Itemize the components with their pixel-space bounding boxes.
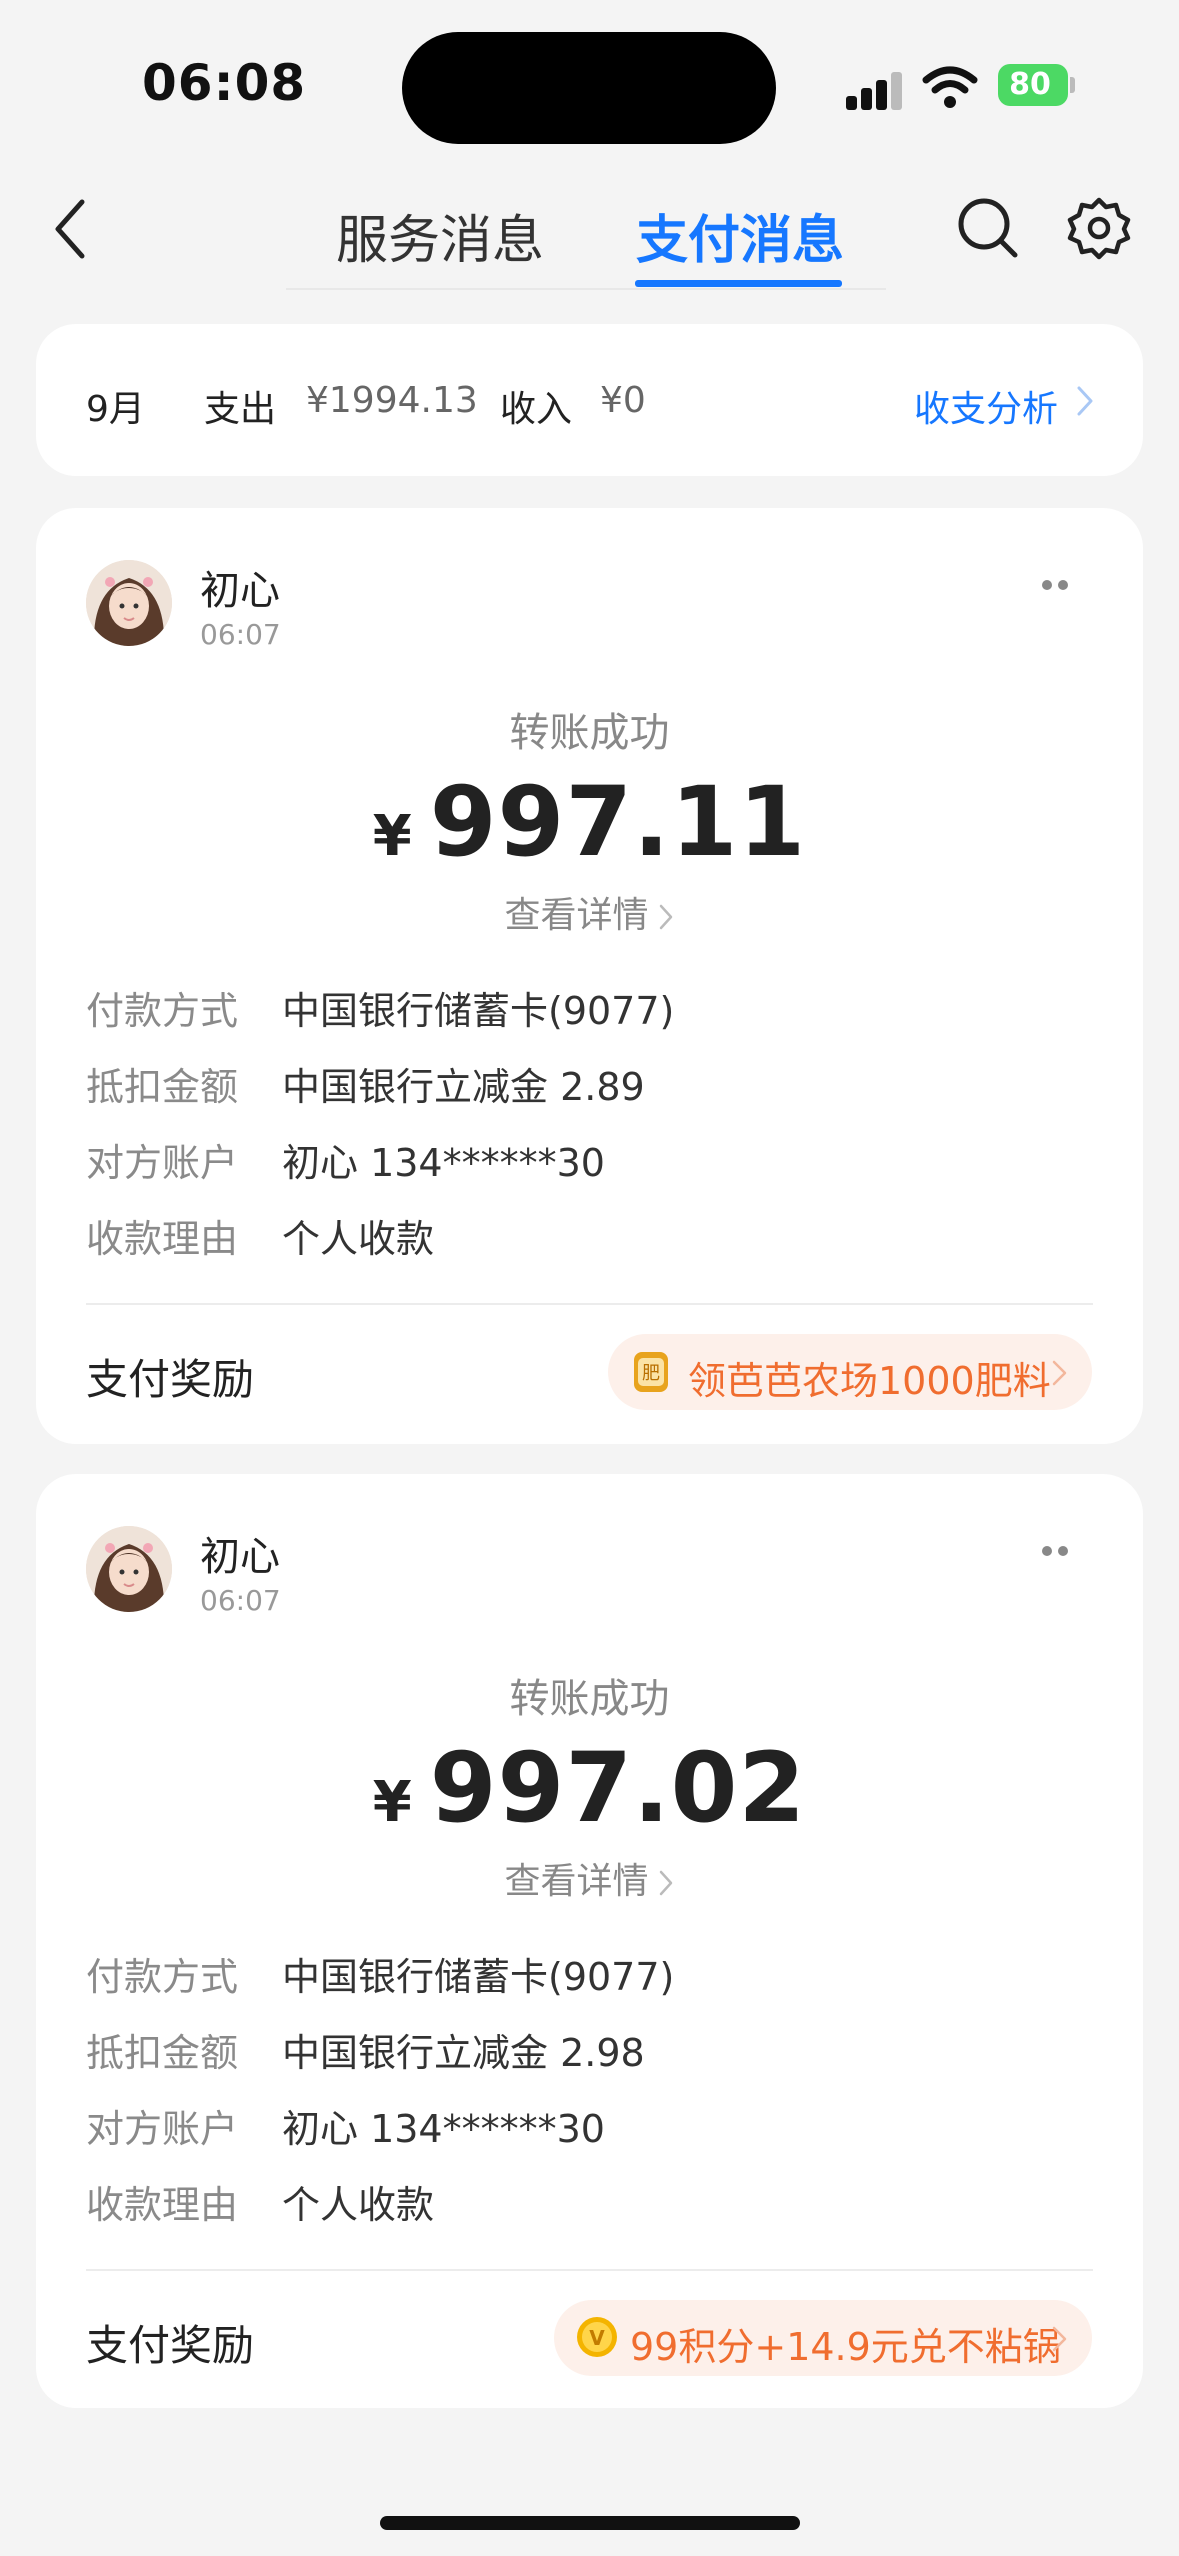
avatar[interactable] [86, 1526, 172, 1612]
currency-symbol: ¥ [372, 804, 412, 869]
info-row: 收款理由 个人收款 [86, 1208, 434, 1263]
info-key: 抵扣金额 [86, 1065, 239, 1109]
message-time: 06:07 [200, 1584, 281, 1617]
divider [86, 1303, 1093, 1305]
chevron-right-icon [1052, 1360, 1067, 1386]
contact-name: 初心 [200, 568, 280, 614]
gear-icon[interactable] [1066, 195, 1132, 261]
info-key: 收款理由 [86, 2183, 239, 2227]
battery-icon: 80 [998, 64, 1075, 110]
status-time: 06:08 [142, 54, 307, 112]
info-value: 中国银行立减金 2.98 [282, 2031, 645, 2075]
info-value: 个人收款 [282, 1217, 435, 1261]
points-icon: V [577, 2317, 617, 2357]
chevron-right-icon [1077, 386, 1093, 416]
info-row: 对方账户 初心 134******30 [86, 1132, 605, 1187]
info-value: 初心 134******30 [282, 1141, 605, 1185]
view-details-label: 查看详情 [504, 895, 649, 936]
info-key: 对方账户 [86, 2107, 239, 2151]
battery-level: 80 [1009, 67, 1051, 102]
contact-name: 初心 [200, 1534, 280, 1580]
transfer-amount: 997.11 [429, 766, 807, 878]
message-time: 06:07 [200, 618, 281, 651]
monthly-summary: 9月 支出 ¥1994.13 收入 ¥0 收支分析 [36, 324, 1143, 476]
search-icon[interactable] [955, 195, 1021, 261]
payment-card: 初心 06:07 转账成功 ¥997.11 查看详情 付款方式 中国银行储蓄卡(9… [36, 508, 1143, 1444]
info-key: 收款理由 [86, 1217, 239, 1261]
view-details-link[interactable]: 查看详情 [36, 886, 1143, 938]
income-label: 收入 [500, 389, 573, 430]
amount-row: ¥997.11 [36, 766, 1143, 878]
summary-month: 9月 [86, 389, 145, 430]
reward-label: 支付奖励 [86, 2321, 255, 2370]
info-value: 个人收款 [282, 2183, 435, 2227]
amount-row: ¥997.02 [36, 1732, 1143, 1844]
tab-service-messages[interactable]: 服务消息 [336, 198, 544, 273]
promo-text: 99积分+14.9元兑不粘锅 [630, 2325, 1061, 2369]
info-row: 付款方式 中国银行储蓄卡(9077) [86, 1946, 674, 2001]
expense-label: 支出 [204, 389, 277, 430]
info-value: 中国银行储蓄卡(9077) [282, 989, 675, 1033]
info-row: 对方账户 初心 134******30 [86, 2098, 605, 2153]
wifi-icon [922, 66, 978, 108]
info-row: 收款理由 个人收款 [86, 2174, 434, 2229]
status-bar: 06:08 80 [0, 0, 1179, 160]
view-details-link[interactable]: 查看详情 [36, 1852, 1143, 1904]
top-navigation: 服务消息 支付消息 [0, 170, 1179, 300]
tab-divider [286, 288, 886, 290]
more-options-icon[interactable] [1042, 580, 1072, 592]
view-details-label: 查看详情 [504, 1861, 649, 1902]
dynamic-island [402, 32, 776, 144]
transfer-status: 转账成功 [509, 1676, 670, 1722]
payment-card: 初心 06:07 转账成功 ¥997.02 查看详情 付款方式 中国银行储蓄卡(9… [36, 1474, 1143, 2408]
expense-value: ¥1994.13 [306, 380, 478, 421]
tab-payment-messages[interactable]: 支付消息 [636, 198, 844, 273]
info-row: 抵扣金额 中国银行立减金 2.98 [86, 2022, 645, 2077]
currency-symbol: ¥ [372, 1770, 412, 1835]
promo-text: 领芭芭农场1000肥料 [688, 1359, 1051, 1403]
divider [86, 2269, 1093, 2271]
promo-button[interactable]: 肥 领芭芭农场1000肥料 [608, 1334, 1092, 1410]
active-tab-indicator [635, 280, 842, 287]
points-icon-label: V [589, 2326, 605, 2350]
info-value: 初心 134******30 [282, 2107, 605, 2151]
home-indicator[interactable] [380, 2516, 800, 2530]
avatar[interactable] [86, 560, 172, 646]
info-key: 对方账户 [86, 1141, 239, 1185]
analysis-link[interactable]: 收支分析 [914, 380, 1058, 432]
info-key: 付款方式 [86, 1955, 239, 1999]
chevron-right-icon [659, 1870, 672, 1896]
info-row: 抵扣金额 中国银行立减金 2.89 [86, 1056, 645, 1111]
chevron-right-icon [1052, 2326, 1067, 2352]
reward-label: 支付奖励 [86, 1355, 255, 1404]
info-row: 付款方式 中国银行储蓄卡(9077) [86, 980, 674, 1035]
income-value: ¥0 [600, 380, 646, 421]
fertilizer-icon: 肥 [634, 1352, 668, 1392]
chevron-left-icon[interactable] [46, 194, 96, 264]
info-value: 中国银行储蓄卡(9077) [282, 1955, 675, 1999]
chevron-right-icon [659, 904, 672, 930]
cellular-signal-icon [846, 70, 906, 110]
transfer-status: 转账成功 [509, 710, 670, 756]
info-value: 中国银行立减金 2.89 [282, 1065, 645, 1109]
transfer-amount: 997.02 [429, 1732, 807, 1844]
more-options-icon[interactable] [1042, 1546, 1072, 1558]
promo-button[interactable]: V 99积分+14.9元兑不粘锅 [554, 2300, 1092, 2376]
info-key: 抵扣金额 [86, 2031, 239, 2075]
fertilizer-icon-label: 肥 [642, 1363, 660, 1384]
info-key: 付款方式 [86, 989, 239, 1033]
